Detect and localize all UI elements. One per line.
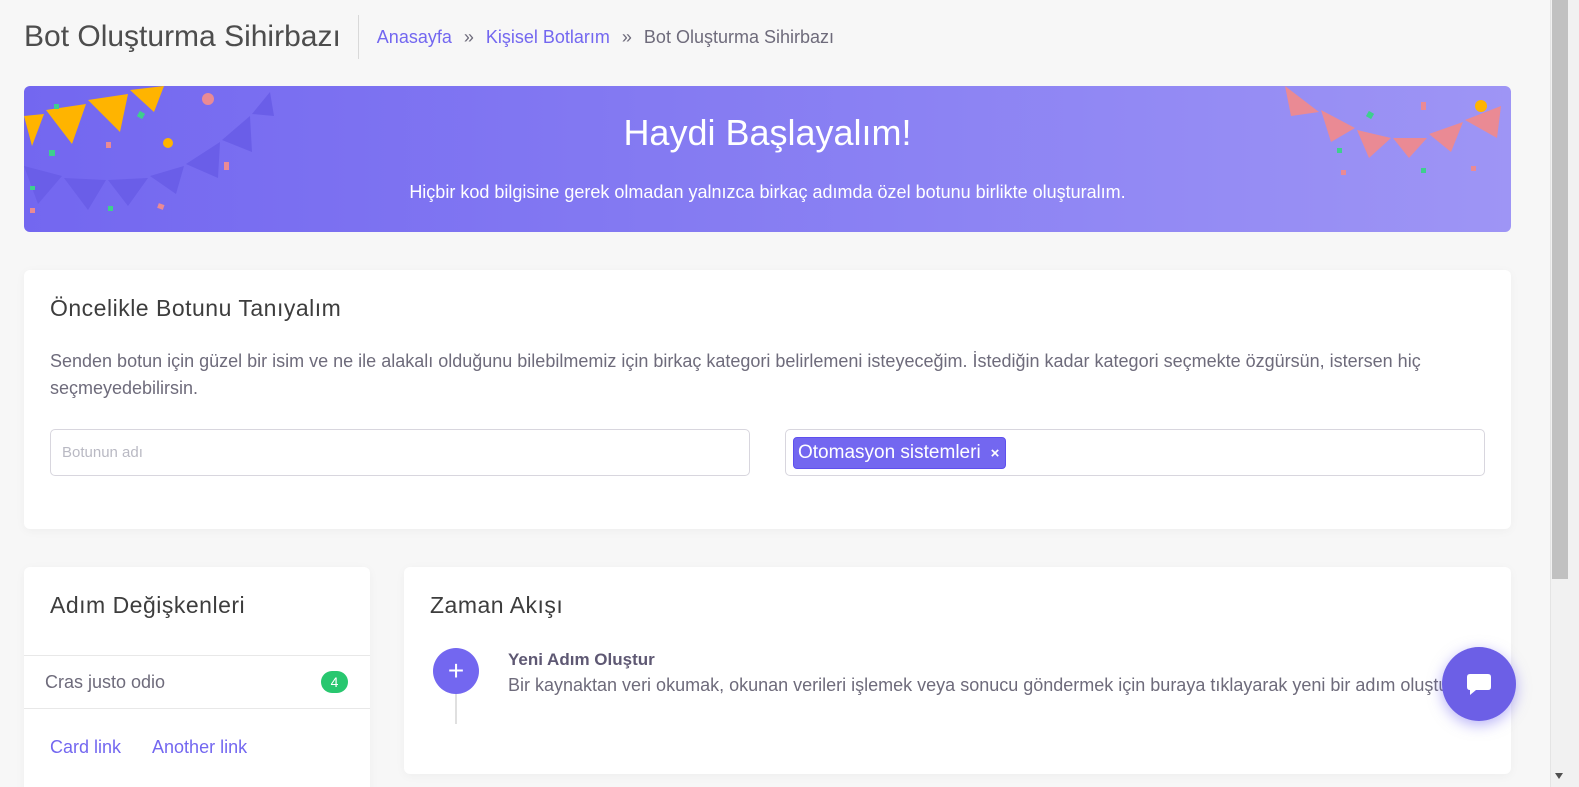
bot-intro-title: Öncelikle Botunu Tanıyalım [50, 295, 342, 321]
chat-bubble-icon [1467, 674, 1491, 695]
banner-title: Haydi Başlayalım! [623, 112, 912, 153]
banner-left-decoration [24, 86, 274, 213]
list-item-label: Cras justo odio [45, 671, 166, 692]
remove-tag-icon[interactable]: × [991, 445, 1000, 462]
banner-right-decoration [1285, 86, 1501, 175]
new-step-title[interactable]: Yeni Adım Oluştur [508, 650, 655, 670]
scroll-down-arrow-icon[interactable] [1553, 770, 1565, 782]
timeline-connector [455, 694, 457, 724]
breadcrumb: Anasayfa » Kişisel Botlarım » Bot Oluştu… [359, 27, 834, 48]
new-step-description: Bir kaynaktan veri okumak, okunan verile… [508, 675, 1459, 695]
breadcrumb-current: Bot Oluşturma Sihirbazı [643, 26, 834, 47]
page-header: Bot Oluşturma Sihirbazı Anasayfa » Kişis… [24, 14, 834, 60]
bot-name-input[interactable] [50, 429, 750, 476]
scrollbar-thumb[interactable] [1552, 0, 1568, 579]
card-link[interactable]: Card link [50, 737, 121, 758]
timeline-card: Zaman Akışı + Yeni Adım Oluştur Bir kayn… [404, 567, 1511, 774]
another-link[interactable]: Another link [152, 737, 247, 758]
category-tag-label: Otomasyon sistemleri [798, 442, 981, 463]
welcome-banner: Haydi Başlayalım! Hiçbir kod bilgisine g… [24, 86, 1511, 232]
bot-intro-card: Öncelikle Botunu Tanıyalım Senden botun … [24, 270, 1511, 529]
card-links: Card link Another link [50, 737, 247, 758]
bot-intro-description: Senden botun için güzel bir isim ve ne i… [50, 351, 1421, 398]
step-variables-card: Adım Değişkenleri Cras justo odio 4 Card… [24, 567, 370, 787]
count-badge: 4 [321, 671, 348, 693]
banner-subtitle: Hiçbir kod bilgisine gerek olmadan yalnı… [409, 182, 1126, 202]
breadcrumb-separator: » [463, 26, 474, 47]
breadcrumb-personal-bots-link[interactable]: Kişisel Botlarım [486, 27, 610, 48]
step-variables-title: Adım Değişkenleri [50, 592, 246, 618]
page-title: Bot Oluşturma Sihirbazı [24, 15, 359, 59]
breadcrumb-separator: » [621, 26, 632, 47]
chat-button[interactable] [1442, 647, 1516, 721]
plus-icon[interactable]: + [433, 648, 479, 694]
breadcrumb-home-link[interactable]: Anasayfa [377, 27, 452, 48]
category-select[interactable]: Otomasyon sistemleri × [785, 429, 1485, 476]
list-item[interactable]: Cras justo odio 4 [24, 655, 370, 709]
timeline-title: Zaman Akışı [430, 592, 564, 618]
category-tag: Otomasyon sistemleri × [793, 437, 1007, 469]
